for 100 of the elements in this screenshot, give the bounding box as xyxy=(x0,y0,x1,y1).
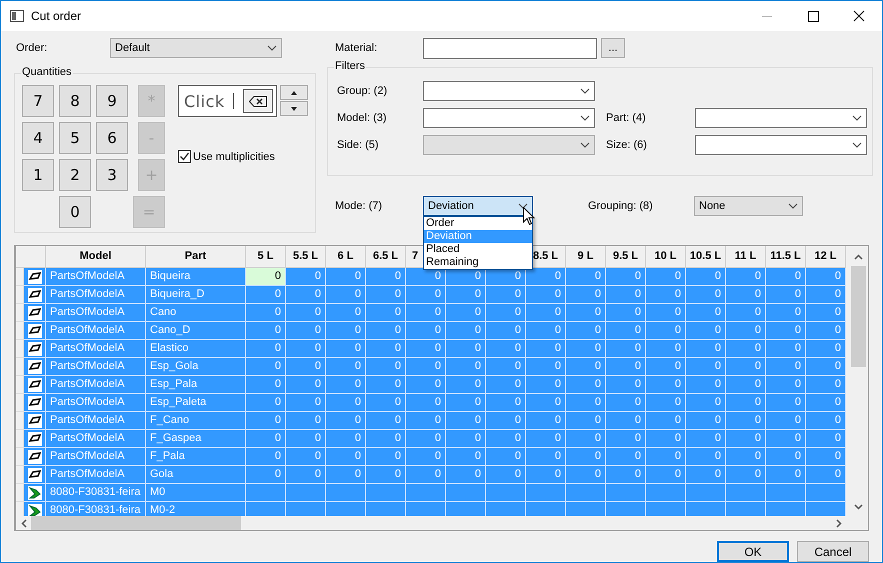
table-cell: 0 xyxy=(726,268,766,286)
table-cell: 0 xyxy=(806,268,846,286)
table-cell: Cano xyxy=(146,304,246,322)
table-cell: 0 xyxy=(366,394,406,412)
table-cell: 0 xyxy=(686,412,726,430)
table-cell: 0 xyxy=(486,448,526,466)
table-cell: Elastico xyxy=(146,340,246,358)
table-cell: 0 xyxy=(446,448,486,466)
table-cell: 0 xyxy=(446,394,486,412)
table-cell: 0 xyxy=(406,376,446,394)
table-cell: 0 xyxy=(806,340,846,358)
table-cell: 0 xyxy=(286,358,326,376)
table-cell: 0 xyxy=(446,340,486,358)
order-label: Order: xyxy=(15,42,48,54)
table-cell: 0 xyxy=(286,466,326,484)
table-cell: 0 xyxy=(526,268,566,286)
table-cell: M0-2 xyxy=(146,502,246,516)
filter-label: Part: (4) xyxy=(605,112,647,124)
table-cell: Esp_Gola xyxy=(146,358,246,376)
table-cell: 0 xyxy=(806,358,846,376)
table-cell: 0 xyxy=(726,286,766,304)
table-cell: 0 xyxy=(326,322,366,340)
table-cell: 0 xyxy=(566,466,606,484)
table-cell: 0 xyxy=(246,394,286,412)
table-cell: 0 xyxy=(286,304,326,322)
table-cell: 0 xyxy=(566,322,606,340)
table-cell: 0 xyxy=(726,448,766,466)
table-cell: 0 xyxy=(766,304,806,322)
table-cell: 0 xyxy=(326,304,366,322)
table-cell: 0 xyxy=(806,376,846,394)
group-title: Filters xyxy=(334,60,366,72)
group-title: Quantities xyxy=(21,66,73,78)
table-cell: 0 xyxy=(286,340,326,358)
table-cell: F_Cano xyxy=(146,412,246,430)
table-cell: 0 xyxy=(606,430,646,448)
table-cell: 0 xyxy=(286,376,326,394)
table-cell: 0 xyxy=(406,430,446,448)
table-cell: Esp_Pala xyxy=(146,376,246,394)
table-cell: 0 xyxy=(446,358,486,376)
table-cell: 0 xyxy=(806,322,846,340)
table-cell: 0 xyxy=(326,430,366,448)
table-cell: 0 xyxy=(366,412,406,430)
table-cell: 0 xyxy=(486,466,526,484)
table-cell: 0 xyxy=(406,412,446,430)
filter-label: Size: (6) xyxy=(605,139,648,151)
table-cell: PartsOfModelA xyxy=(46,268,146,286)
table-cell: 0 xyxy=(446,322,486,340)
table-cell: 0 xyxy=(406,268,446,286)
table-cell: 0 xyxy=(646,430,686,448)
table-cell: 0 xyxy=(446,304,486,322)
table-cell: 0 xyxy=(606,340,646,358)
table-cell: 0 xyxy=(286,412,326,430)
table-cell: PartsOfModelA xyxy=(46,448,146,466)
table-cell: 0 xyxy=(486,430,526,448)
table-cell: 0 xyxy=(446,430,486,448)
table-cell: 0 xyxy=(446,466,486,484)
table-cell: 0 xyxy=(766,376,806,394)
table-cell: 0 xyxy=(806,304,846,322)
table-cell: 0 xyxy=(406,304,446,322)
table-cell: 0 xyxy=(246,358,286,376)
table-cell: 0 xyxy=(726,358,766,376)
table-cell: 0 xyxy=(446,286,486,304)
table-cell: 0 xyxy=(726,412,766,430)
table-cell: 0 xyxy=(326,268,366,286)
table-cell: 0 xyxy=(566,412,606,430)
table-cell: 0 xyxy=(446,412,486,430)
table-cell: PartsOfModelA xyxy=(46,286,146,304)
table-cell: 0 xyxy=(686,376,726,394)
filter-label: Group: (2) xyxy=(336,85,388,97)
mode-label: Mode: (7) xyxy=(334,200,384,212)
table-cell: 0 xyxy=(806,394,846,412)
table-cell: Biqueira xyxy=(146,268,246,286)
table-cell: 0 xyxy=(686,358,726,376)
table-cell: 0 xyxy=(686,448,726,466)
table-cell: 0 xyxy=(366,268,406,286)
table-cell: 0 xyxy=(486,412,526,430)
table-cell: 0 xyxy=(366,376,406,394)
table-cell: 0 xyxy=(646,376,686,394)
table-cell: PartsOfModelA xyxy=(46,322,146,340)
table-cell: 0 xyxy=(646,340,686,358)
table-cell: 8080-F30831-feira xyxy=(46,484,146,502)
table-cell: 0 xyxy=(246,448,286,466)
table-cell: 0 xyxy=(646,394,686,412)
table-cell: 0 xyxy=(366,322,406,340)
table-cell: 0 xyxy=(566,394,606,412)
table-cell: 0 xyxy=(566,304,606,322)
table-cell: 0 xyxy=(646,268,686,286)
table-cell: 0 xyxy=(526,322,566,340)
table-cell: 0 xyxy=(686,340,726,358)
table-cell: 0 xyxy=(246,286,286,304)
table-cell: 0 xyxy=(326,286,366,304)
table-cell: Cano_D xyxy=(146,322,246,340)
table-cell: Esp_Paleta xyxy=(146,394,246,412)
table-cell: 0 xyxy=(726,376,766,394)
table-cell: 0 xyxy=(766,286,806,304)
table-cell: 0 xyxy=(406,394,446,412)
table-cell: 0 xyxy=(326,376,366,394)
table-cell: PartsOfModelA xyxy=(46,466,146,484)
table-cell: 0 xyxy=(766,268,806,286)
table-cell: 0 xyxy=(606,466,646,484)
